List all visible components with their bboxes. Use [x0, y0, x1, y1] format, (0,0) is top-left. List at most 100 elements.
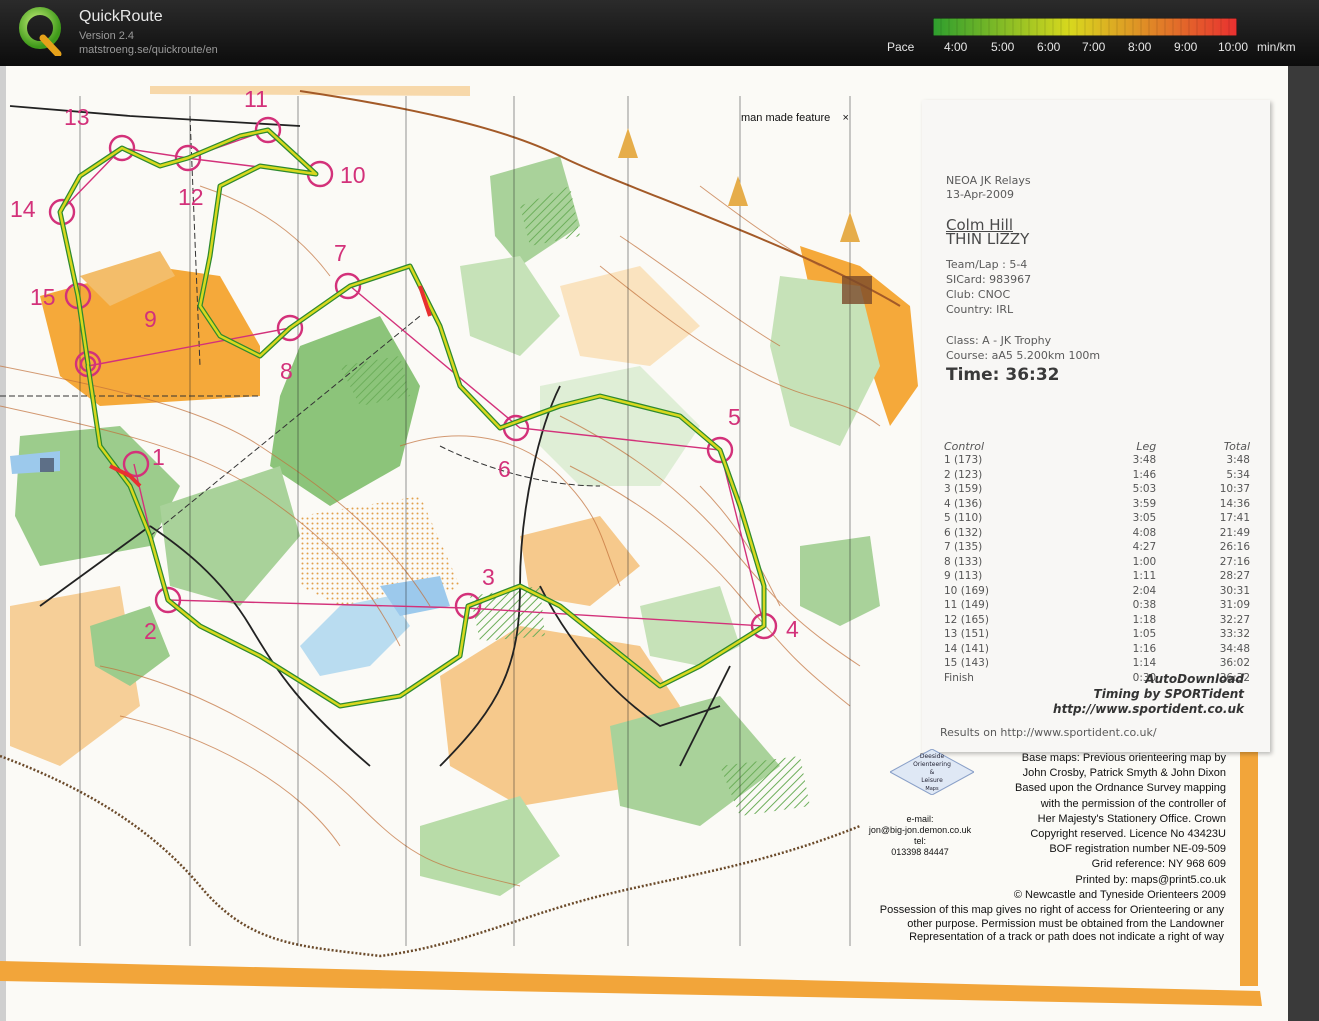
control-number: 1 [152, 444, 165, 470]
results-url[interactable]: Results on http://www.sportident.co.uk/ [940, 726, 1157, 739]
split-row: 11 (149) 0:38 31:09 [944, 598, 1250, 613]
team-name: THIN LIZZY [946, 230, 1030, 248]
split-row: 15 (143) 1:14 36:02 [944, 656, 1250, 671]
split-row: 10 (169) 2:04 30:31 [944, 584, 1250, 599]
split-row: 7 (135) 4:27 26:16 [944, 540, 1250, 555]
split-total: 36:02 [1219, 657, 1250, 669]
split-total: 14:36 [1219, 497, 1250, 510]
split-receipt: NEOA JK Relays 13-Apr-2009 Colm Hill THI… [922, 100, 1270, 752]
quickroute-logo-icon [19, 7, 62, 56]
notice-line: Representation of a track or path does n… [909, 931, 1224, 943]
control-number: 12 [178, 184, 204, 210]
split-control: Finish [944, 671, 974, 684]
deeside-logo-text: Deeside [920, 753, 945, 760]
credit-line: © Newcastle and Tyneside Orienteers 2009 [1013, 888, 1226, 901]
split-row: 4 (136) 3:59 14:36 [944, 497, 1250, 512]
split-row: 1 (173) 3:48 3:48 [944, 453, 1250, 468]
split-total: 26:16 [1219, 541, 1250, 553]
deeside-logo-icon: Deeside Orienteering & Leisure Maps [890, 749, 974, 795]
split-control: 4 (136) [944, 497, 983, 510]
split-leg: 1:18 [1132, 613, 1157, 626]
pace-color-scale [933, 18, 1237, 36]
split-control: 8 (133) [944, 555, 983, 568]
credit-line: Grid reference: NY 968 609 [1091, 858, 1226, 871]
split-control: 6 (132) [944, 526, 983, 539]
split-total: 30:31 [1219, 584, 1250, 597]
split-total: 17:41 [1219, 512, 1250, 524]
control-number: 14 [10, 196, 36, 222]
pace-label: Pace [887, 40, 915, 54]
legend-note: man made feature × [741, 112, 849, 124]
split-total: 31:09 [1219, 599, 1250, 611]
split-total: 10:37 [1219, 483, 1250, 495]
split-row: 6 (132) 4:08 21:49 [944, 526, 1250, 541]
autodownload: AutoDownload [1145, 672, 1244, 686]
split-total: 28:27 [1219, 570, 1250, 582]
split-leg: 1:46 [1132, 468, 1157, 481]
split-leg: 1:11 [1132, 570, 1157, 582]
map-canvas[interactable]: 1 2 3 4 5 6 7 8 9 10 11 12 13 14 15 man … [0, 66, 1319, 1021]
split-row: 12 (165) 1:18 32:27 [944, 613, 1250, 628]
split-leg: 1:05 [1132, 628, 1157, 640]
split-row: 13 (151) 1:05 33:32 [944, 627, 1250, 642]
timing-by: Timing by SPORTident [1093, 687, 1244, 701]
email-label: e-mail: [906, 814, 934, 824]
email: jon@big-jon.demon.co.uk [868, 825, 972, 835]
control-number: 5 [728, 404, 741, 430]
contact-info: e-mail: jon@big-jon.demon.co.uk tel: 013… [860, 814, 980, 858]
split-control: 3 (159) [944, 483, 983, 495]
credit-line: Printed by: maps@print5.co.uk [1075, 873, 1226, 886]
credit-line: Based upon the Ordnance Survey mapping [1015, 782, 1226, 795]
sportident-url[interactable]: http://www.sportident.co.uk [1053, 702, 1244, 716]
split-control: 13 (151) [944, 628, 989, 640]
control-number: 7 [334, 240, 347, 266]
split-total: 27:16 [1219, 555, 1250, 568]
pace-tick: 6:00 [1037, 40, 1061, 54]
split-leg: 1:14 [1132, 657, 1157, 669]
credit-line: Base maps: Previous orienteering map by [1021, 752, 1226, 764]
split-leg: 1:16 [1132, 642, 1157, 655]
col-total: Total [1223, 440, 1250, 453]
credit-line: John Crosby, Patrick Smyth & John Dixon [1022, 767, 1226, 780]
control-number: 8 [280, 358, 293, 384]
credit-line: with the permission of the controller of [1040, 797, 1226, 810]
app-title: QuickRoute [79, 8, 163, 25]
split-leg: 5:03 [1132, 483, 1157, 495]
col-control: Control [944, 440, 985, 453]
app-url[interactable]: matstroeng.se/quickroute/en [79, 44, 218, 56]
split-leg: 3:48 [1132, 454, 1157, 466]
split-control: 5 (110) [944, 512, 983, 524]
split-row: 2 (123) 1:46 5:34 [944, 468, 1250, 483]
notice-line: other purpose. Permission must be obtain… [907, 917, 1224, 930]
split-total: 32:27 [1219, 613, 1250, 626]
pace-tick: 4:00 [944, 40, 968, 54]
control-number: 4 [786, 616, 799, 642]
split-total: 5:34 [1226, 468, 1250, 481]
splits-table: Control Leg Total 1 (173) 3:48 3:48 2 (123)… [944, 440, 1250, 685]
country: Country: IRL [946, 303, 1014, 316]
control-number: 3 [482, 564, 495, 590]
notice-line: Possession of this map gives no right of… [879, 904, 1224, 916]
split-leg: 2:04 [1132, 584, 1157, 597]
split-row: 8 (133) 1:00 27:16 [944, 555, 1250, 570]
total-time: Time: 36:32 [946, 365, 1060, 385]
course: Course: aA5 5.200km 100m [946, 349, 1101, 362]
club: Club: CNOC [946, 288, 1011, 301]
control-number: 10 [340, 162, 366, 188]
split-control: 2 (123) [944, 468, 983, 481]
pace-tick: 7:00 [1082, 40, 1106, 54]
split-total: 3:48 [1226, 454, 1250, 466]
col-leg: Leg [1136, 440, 1157, 453]
event-name: NEOA JK Relays [946, 174, 1031, 187]
credit-line: Copyright reserved. Licence No 43423U [1030, 828, 1226, 841]
pace-unit: min/km [1257, 40, 1296, 54]
access-notice: Possession of this map gives no right of… [858, 904, 1224, 945]
pace-tick: 5:00 [991, 40, 1015, 54]
app-version: Version 2.4 [79, 30, 135, 42]
split-leg: 0:38 [1132, 599, 1157, 611]
credit-line: Her Majesty's Stationery Office. Crown [1037, 812, 1226, 825]
pace-tick: 9:00 [1174, 40, 1198, 54]
split-control: 15 (143) [944, 657, 989, 669]
control-number: 2 [144, 618, 157, 644]
split-total: 21:49 [1219, 526, 1250, 539]
